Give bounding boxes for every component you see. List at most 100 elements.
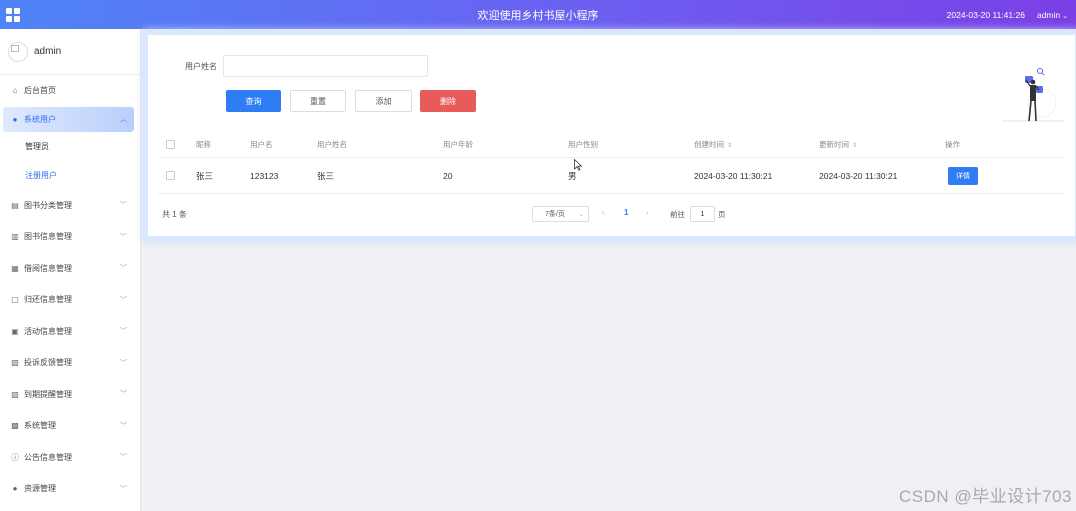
home-icon: ⌂: [12, 86, 18, 96]
page-unit-label: 页: [718, 210, 726, 219]
col-gender: 用户性别: [568, 139, 598, 149]
top-bar: 欢迎使用乡村书屋小程序 2024-03-20 11:41:26 admin ⌄: [0, 0, 1076, 29]
table-header: 昵称 用户名 用户姓名 用户年龄 用户性别 创建时间 ⇕ 更新时间 ⇕ 操作: [158, 131, 1065, 158]
chevron-down-icon: ⌄: [1062, 12, 1068, 20]
sidebar-item-label: 投诉反馈管理: [24, 358, 72, 368]
chevron-down-icon: ﹀: [120, 265, 127, 273]
sidebar-item-resources[interactable]: ● 资源管理 ﹀: [0, 473, 140, 505]
return-icon: ▢: [11, 295, 19, 305]
col-created-label: 创建时间: [694, 139, 724, 149]
select-all-checkbox[interactable]: [166, 139, 175, 149]
chevron-down-icon: ﹀: [120, 391, 127, 399]
sidebar-item-return-info[interactable]: ▢ 归还信息管理 ﹀: [0, 284, 140, 316]
sidebar-item-book-info[interactable]: ▥ 图书信息管理 ﹀: [0, 221, 140, 253]
user-menu[interactable]: admin ⌄: [1037, 10, 1068, 20]
col-nickname: 昵称: [196, 139, 211, 149]
topbar-right: 2024-03-20 11:41:26 admin ⌄: [947, 0, 1068, 29]
search-input[interactable]: [223, 55, 428, 77]
add-button[interactable]: 添加: [355, 90, 412, 112]
sidebar-item-book-category[interactable]: ▤ 图书分类管理 ﹀: [0, 190, 140, 222]
sidebar-item-borrow-info[interactable]: ▦ 借阅信息管理 ﹀: [0, 253, 140, 285]
chevron-down-icon: ﹀: [120, 202, 127, 210]
sidebar-item-due-reminder[interactable]: ▨ 到期提醒管理 ﹀: [0, 379, 140, 411]
chevron-up-icon: ︿: [120, 116, 127, 123]
col-username: 用户名: [250, 139, 273, 149]
row-checkbox[interactable]: [166, 171, 175, 180]
search-illustration: [1002, 68, 1064, 122]
sidebar-item-notice-info[interactable]: ⓘ 公告信息管理 ﹀: [0, 442, 140, 474]
sidebar-item-label: 系统用户: [24, 114, 56, 124]
pagination: 共 1 条 7条/页 ⌄ ‹ 1 › 前往 1 页: [148, 201, 1075, 227]
cell-nickname: 张三: [196, 170, 214, 181]
chevron-down-icon: ﹀: [120, 296, 127, 304]
sidebar-item-label: 后台首页: [24, 86, 56, 96]
chevron-down-icon: ﹀: [120, 359, 127, 367]
activity-icon: ▣: [11, 326, 19, 336]
page-size-value: 7条/页: [545, 211, 565, 218]
sidebar-item-label: 借阅信息管理: [24, 263, 72, 273]
sidebar-item-home[interactable]: ⌂ 后台首页: [0, 75, 140, 107]
sidebar-username: admin: [34, 46, 62, 57]
sidebar-item-label: 公告信息管理: [24, 452, 72, 462]
sidebar: admin ⌂ 后台首页 ● 系统用户 ︿ 管理员 注册用户 ▤ 图书分类管理 …: [0, 29, 141, 511]
notice-icon: ⓘ: [11, 452, 19, 462]
cell-updated: 2024-03-20 11:30:21: [819, 170, 898, 181]
sidebar-item-feedback[interactable]: ▧ 投诉反馈管理 ﹀: [0, 347, 140, 379]
app-title: 欢迎使用乡村书屋小程序: [477, 9, 599, 22]
sidebar-item-system-settings[interactable]: ▩ 系统管理 ﹀: [0, 410, 140, 442]
sort-icon: ⇕: [852, 142, 858, 149]
reset-button[interactable]: 重置: [290, 90, 346, 112]
chevron-down-icon: ﹀: [120, 422, 127, 430]
menu-grid-icon[interactable]: [6, 7, 20, 22]
chevron-down-icon: ⌄: [578, 211, 584, 218]
sidebar-item-label: 归还信息管理: [24, 295, 72, 305]
cell-created: 2024-03-20 11:30:21: [694, 170, 773, 181]
cell-username: 123123: [250, 170, 279, 181]
user-menu-label: admin: [1036, 9, 1061, 20]
sidebar-item-system-users[interactable]: ● 系统用户 ︿: [3, 106, 134, 132]
col-fullname: 用户姓名: [317, 139, 347, 149]
watermark: CSDN @毕业设计703: [898, 487, 1072, 506]
reminder-icon: ▨: [11, 389, 19, 399]
chevron-down-icon: ﹀: [120, 454, 127, 462]
goto-page-input[interactable]: 1: [690, 206, 715, 222]
prev-page-icon[interactable]: ‹: [602, 208, 605, 217]
col-updated-label: 更新时间: [819, 139, 849, 149]
sidebar-item-label: 资源管理: [24, 484, 56, 494]
sidebar-item-activity-info[interactable]: ▣ 活动信息管理 ﹀: [0, 316, 140, 348]
next-page-icon[interactable]: ›: [646, 208, 649, 217]
main-panel: 用户姓名 查询 重置 添加 删除 昵称 用户名 用户姓名 用户年龄 用户性别 创…: [148, 35, 1075, 236]
users-table: 昵称 用户名 用户姓名 用户年龄 用户性别 创建时间 ⇕ 更新时间 ⇕ 操作 张三 …: [158, 131, 1065, 194]
settings-icon: ▩: [11, 421, 19, 431]
col-actions: 操作: [945, 139, 960, 149]
search-row: 用户姓名: [185, 55, 428, 77]
cell-age: 20: [443, 170, 453, 181]
detail-button[interactable]: 详情: [948, 166, 978, 185]
query-button[interactable]: 查询: [226, 90, 281, 112]
category-icon: ▤: [11, 200, 19, 210]
sidebar-subitem-admins[interactable]: 管理员: [0, 132, 140, 161]
total-count: 共 1 条: [162, 210, 187, 219]
page-size-select[interactable]: 7条/页 ⌄: [532, 206, 589, 222]
sidebar-item-label: 活动信息管理: [24, 326, 72, 336]
mouse-cursor-icon: [574, 159, 582, 171]
current-datetime: 2024-03-20 11:41:26: [946, 9, 1025, 20]
sidebar-item-label: 系统管理: [24, 421, 56, 431]
sidebar-item-label: 图书信息管理: [24, 232, 72, 242]
resource-icon: ●: [12, 484, 18, 494]
sidebar-item-label: 到期提醒管理: [24, 389, 72, 399]
chevron-down-icon: ﹀: [120, 328, 127, 336]
sidebar-subitem-registered-users[interactable]: 注册用户: [0, 161, 140, 190]
goto-label: 前往: [670, 210, 685, 219]
delete-button[interactable]: 删除: [420, 90, 476, 112]
page-number[interactable]: 1: [624, 208, 628, 217]
chevron-down-icon: ﹀: [120, 485, 127, 493]
col-updated[interactable]: 更新时间 ⇕: [819, 139, 857, 150]
borrow-icon: ▦: [11, 263, 19, 273]
sidebar-user: admin: [0, 29, 140, 75]
col-created[interactable]: 创建时间 ⇕: [694, 139, 732, 150]
feedback-icon: ▧: [11, 358, 19, 368]
cell-gender: 男: [568, 170, 577, 181]
col-age: 用户年龄: [443, 139, 473, 149]
chevron-down-icon: ﹀: [120, 233, 127, 241]
